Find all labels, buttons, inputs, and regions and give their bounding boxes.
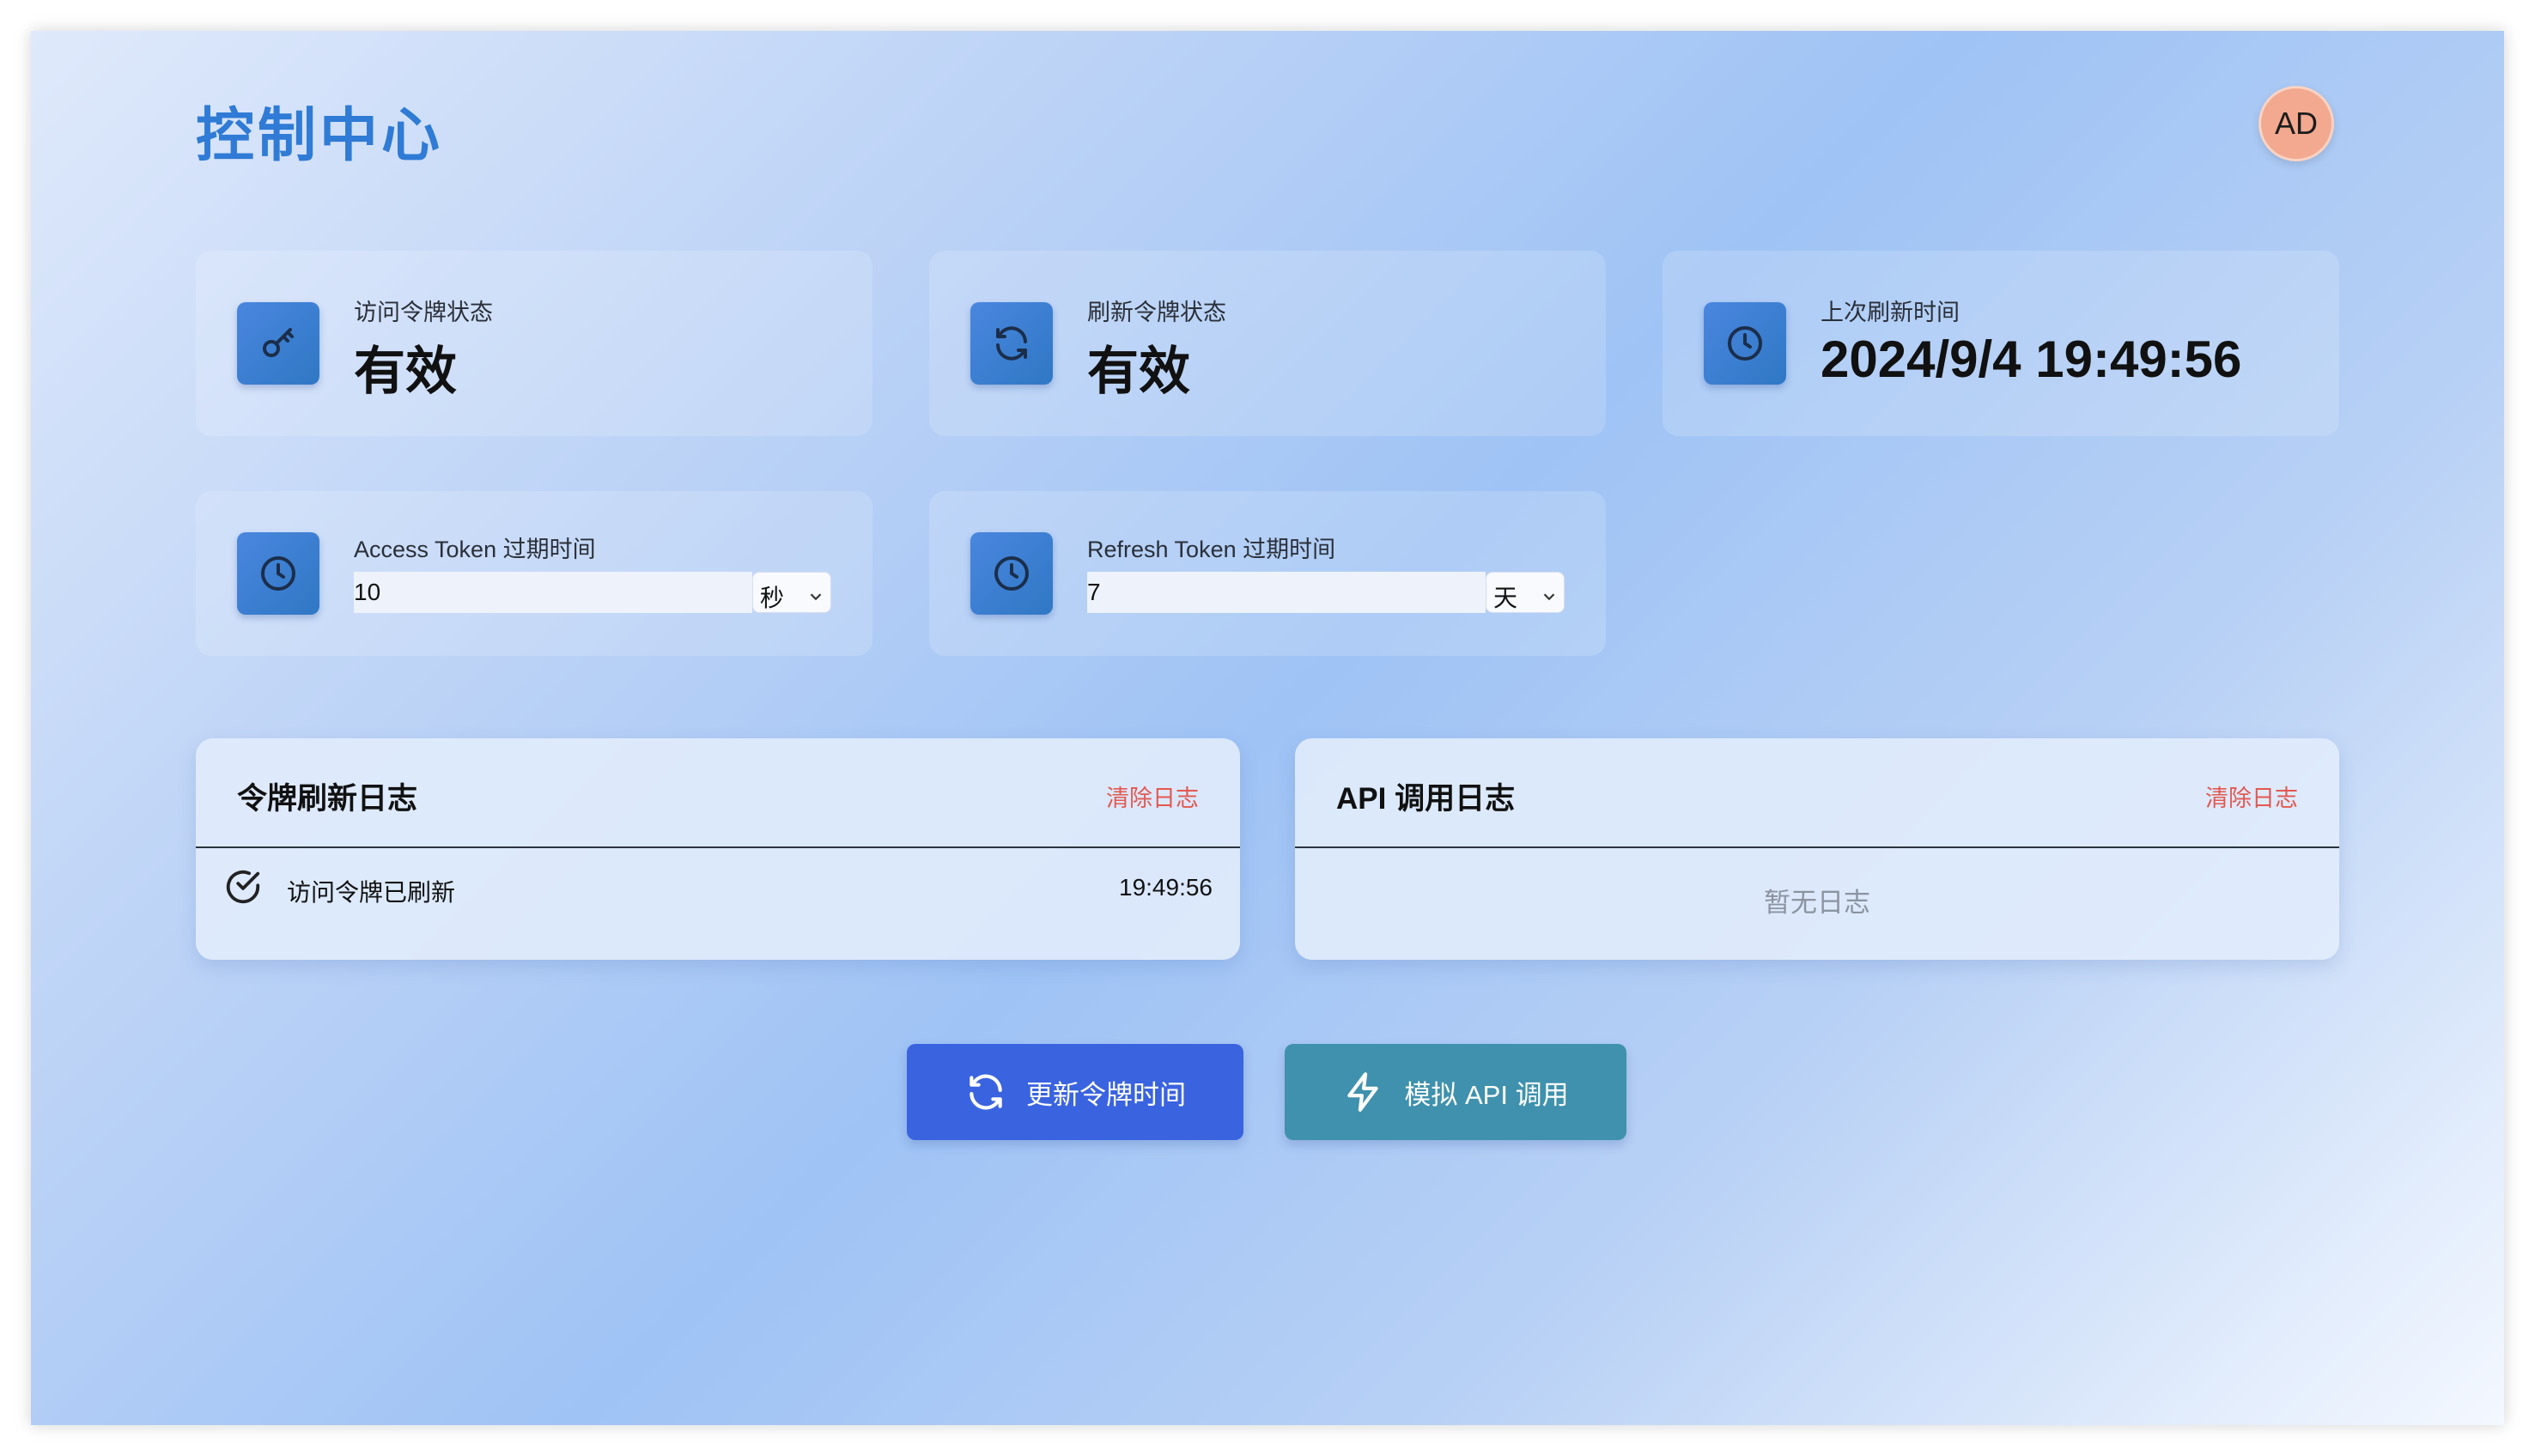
chevron-down-icon bbox=[1540, 585, 1559, 604]
refresh-token-status-value: 有效 bbox=[1087, 343, 1190, 400]
lightning-icon bbox=[1347, 1072, 1379, 1112]
access-token-expiry-row: 秒 bbox=[354, 572, 831, 613]
access-token-expiry-input[interactable] bbox=[354, 572, 752, 613]
check-circle-icon bbox=[223, 867, 263, 907]
simulate-api-call-label: 模拟 API 调用 bbox=[1404, 1079, 1569, 1110]
access-token-unit-select[interactable]: 秒 bbox=[752, 572, 831, 613]
refresh-icon bbox=[970, 1074, 1002, 1110]
token-refresh-log-panel: 令牌刷新日志 清除日志 访问令牌已刷新 19:49:56 bbox=[196, 738, 1240, 960]
access-token-expiry-card: Access Token 过期时间 秒 bbox=[196, 491, 872, 656]
clock-icon bbox=[1704, 302, 1786, 385]
refresh-token-expiry-card: Refresh Token 过期时间 天 bbox=[929, 491, 1606, 656]
log-entry-time: 19:49:56 bbox=[1119, 874, 1213, 901]
app-window: 控制中心 AD 访问令牌状态 有效 刷新令牌状态 有效 上次刷新时间 2024/… bbox=[31, 31, 2504, 1425]
access-token-status-card: 访问令牌状态 有效 bbox=[196, 251, 872, 436]
refresh-token-status-label: 刷新令牌状态 bbox=[1087, 300, 1226, 325]
token-refresh-log-title: 令牌刷新日志 bbox=[237, 782, 418, 816]
refresh-token-status-card: 刷新令牌状态 有效 bbox=[929, 251, 1606, 436]
clear-token-log-button[interactable]: 清除日志 bbox=[1106, 780, 1199, 813]
clear-api-log-button[interactable]: 清除日志 bbox=[2205, 780, 2298, 813]
refresh-token-unit-value: 天 bbox=[1493, 585, 1518, 611]
empty-log-text: 暂无日志 bbox=[1764, 888, 1870, 918]
clock-icon bbox=[237, 532, 319, 615]
key-icon bbox=[237, 302, 319, 385]
api-call-log-panel: API 调用日志 清除日志 暂无日志 bbox=[1295, 738, 2339, 960]
last-refresh-time-value: 2024/9/4 19:49:56 bbox=[1821, 331, 2242, 388]
avatar[interactable]: AD bbox=[2258, 86, 2334, 161]
access-token-status-label: 访问令牌状态 bbox=[354, 300, 493, 325]
refresh-token-unit-select[interactable]: 天 bbox=[1486, 572, 1565, 613]
simulate-api-call-button[interactable]: 模拟 API 调用 bbox=[1285, 1044, 1626, 1140]
update-token-time-button[interactable]: 更新令牌时间 bbox=[907, 1044, 1243, 1140]
token-refresh-log-header: 令牌刷新日志 清除日志 bbox=[196, 738, 1240, 848]
access-token-expiry-label: Access Token 过期时间 bbox=[354, 537, 596, 562]
api-call-log-title: API 调用日志 bbox=[1336, 782, 1516, 816]
access-token-unit-value: 秒 bbox=[760, 585, 785, 611]
page-title: 控制中心 bbox=[196, 103, 444, 168]
refresh-token-expiry-input[interactable] bbox=[1087, 572, 1486, 613]
refresh-icon bbox=[970, 302, 1053, 385]
chevron-down-icon bbox=[806, 585, 825, 604]
refresh-token-expiry-row: 天 bbox=[1087, 572, 1565, 613]
last-refresh-time-label: 上次刷新时间 bbox=[1821, 300, 1960, 325]
api-call-log-header: API 调用日志 清除日志 bbox=[1295, 738, 2339, 848]
clock-icon bbox=[970, 532, 1053, 615]
log-entry-text: 访问令牌已刷新 bbox=[287, 879, 456, 906]
update-token-time-label: 更新令牌时间 bbox=[1026, 1079, 1186, 1110]
access-token-status-value: 有效 bbox=[354, 343, 457, 400]
last-refresh-time-card: 上次刷新时间 2024/9/4 19:49:56 bbox=[1663, 251, 2339, 436]
log-entry: 访问令牌已刷新 19:49:56 bbox=[223, 867, 1213, 908]
refresh-token-expiry-label: Refresh Token 过期时间 bbox=[1087, 537, 1336, 562]
